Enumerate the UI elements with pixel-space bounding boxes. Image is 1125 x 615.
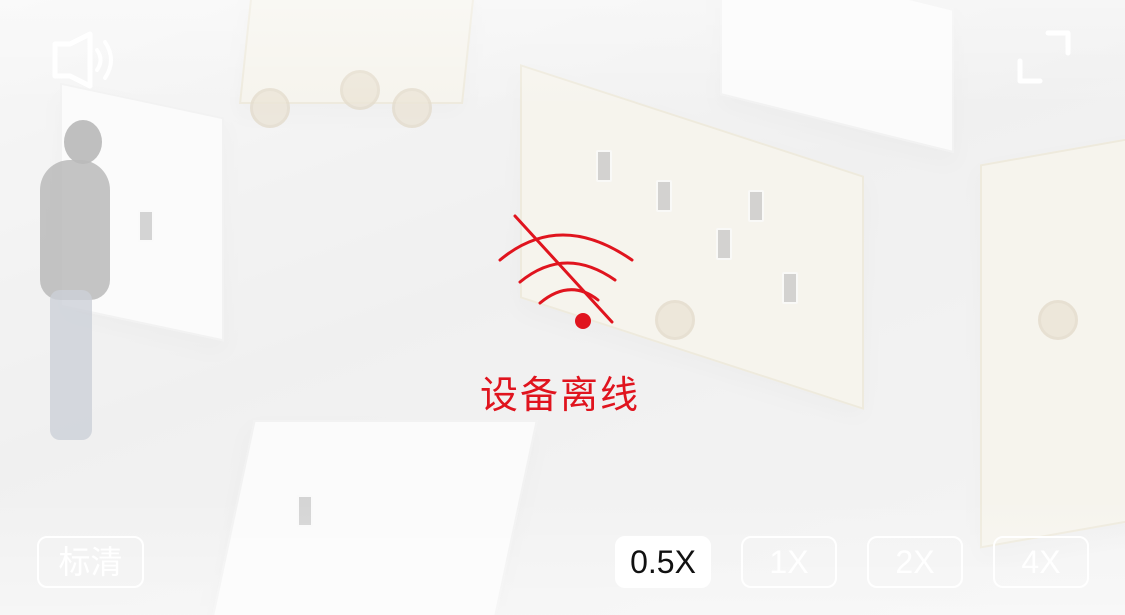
wifi-off-icon xyxy=(498,214,634,329)
quality-button[interactable]: 标清 xyxy=(37,536,144,588)
volume-button[interactable] xyxy=(50,30,120,90)
video-player: 设备离线 标清 0.5X 1X 2X 4X xyxy=(0,0,1125,615)
speed-2x-button[interactable]: 2X xyxy=(867,536,963,588)
fullscreen-button[interactable] xyxy=(1015,28,1073,86)
exit-fullscreen-icon xyxy=(1017,30,1071,84)
speed-1x-button[interactable]: 1X xyxy=(741,536,837,588)
speed-4x-button[interactable]: 4X xyxy=(993,536,1089,588)
offline-status: 设备离线 xyxy=(450,200,670,414)
speed-0-5x-button[interactable]: 0.5X xyxy=(615,536,711,588)
speaker-icon xyxy=(52,31,113,89)
offline-message: 设备离线 xyxy=(479,373,640,417)
top-gradient xyxy=(0,0,1125,110)
